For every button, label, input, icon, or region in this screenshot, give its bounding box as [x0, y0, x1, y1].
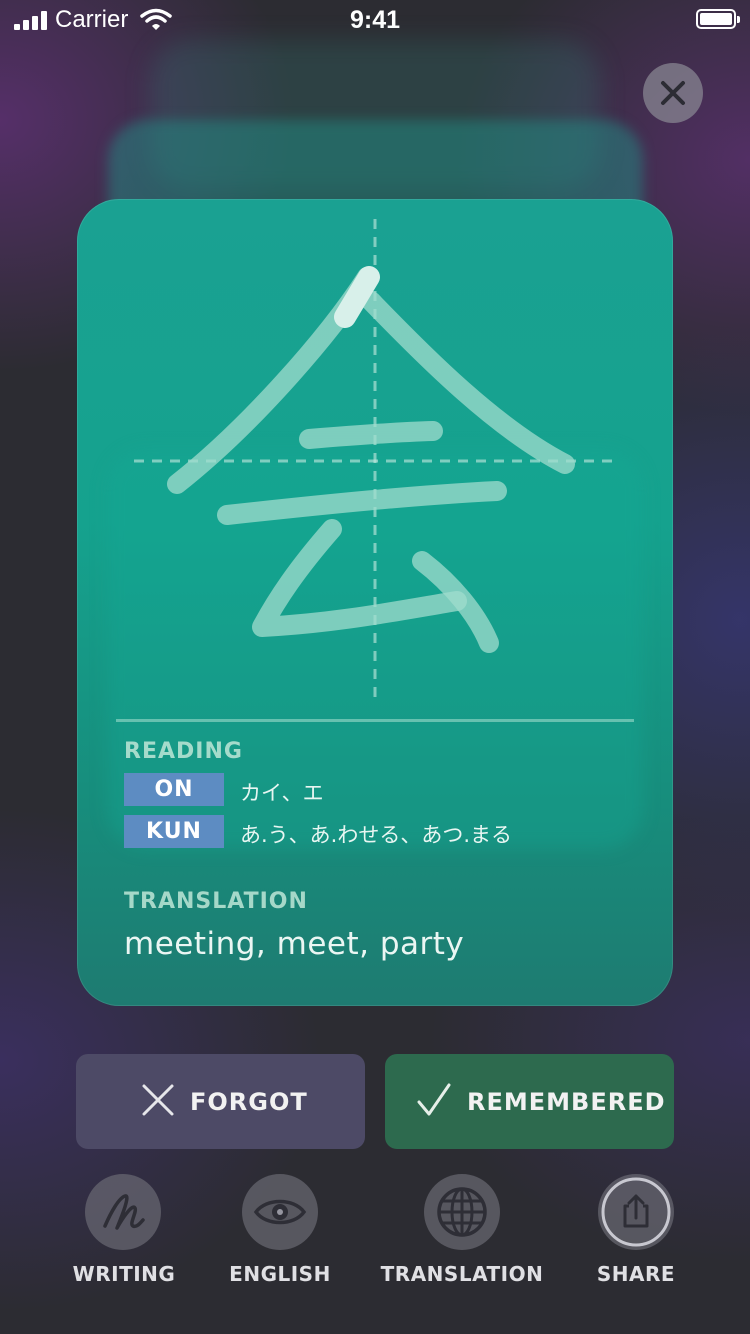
remembered-label: REMEMBERED	[467, 1088, 666, 1116]
globe-icon	[424, 1174, 500, 1250]
share-icon	[598, 1174, 674, 1250]
kun-reading-value: あ.う、あ.わせる、あつ.まる	[240, 823, 513, 847]
on-reading-value: カイ、エ	[240, 781, 324, 805]
translation-text: meeting, meet, party	[124, 926, 465, 962]
forgot-label: FORGOT	[190, 1088, 308, 1116]
translation-label: TRANSLATION	[124, 889, 308, 914]
english-tool[interactable]: ENGLISH	[195, 1174, 365, 1286]
checkmark-icon	[417, 1083, 451, 1116]
close-button[interactable]	[643, 63, 703, 123]
writing-tool[interactable]: WRITING	[39, 1174, 209, 1286]
kanji-stroke	[299, 421, 443, 449]
clock: 9:41	[349, 6, 401, 34]
battery-icon	[696, 9, 740, 29]
translation-tool-label: TRANSLATION	[380, 1262, 544, 1286]
forgot-button[interactable]: FORGOT	[76, 1054, 365, 1149]
kun-reading-badge: KUN	[124, 815, 224, 848]
english-label: ENGLISH	[229, 1262, 331, 1286]
status-bar: Carrier 9:41	[0, 0, 750, 40]
card-divider	[116, 719, 634, 722]
on-reading-badge: ON	[124, 773, 224, 806]
close-icon	[661, 81, 685, 105]
eye-icon	[242, 1174, 318, 1250]
writing-label: WRITING	[72, 1262, 176, 1286]
flashcard[interactable]: READING ON カイ、エ KUN あ.う、あ.わせる、あつ.まる TRAN…	[77, 199, 673, 1006]
kanji-stroke-drawing	[134, 219, 617, 704]
stroke-start-marker	[334, 266, 380, 328]
writing-icon	[85, 1174, 161, 1250]
share-label: SHARE	[596, 1262, 676, 1286]
remembered-button[interactable]: REMEMBERED	[385, 1054, 674, 1149]
translation-tool[interactable]: TRANSLATION	[377, 1174, 547, 1286]
kanji-stroke	[217, 481, 507, 525]
cross-icon	[142, 1084, 174, 1116]
share-tool[interactable]: SHARE	[551, 1174, 721, 1286]
reading-label: READING	[124, 739, 243, 764]
